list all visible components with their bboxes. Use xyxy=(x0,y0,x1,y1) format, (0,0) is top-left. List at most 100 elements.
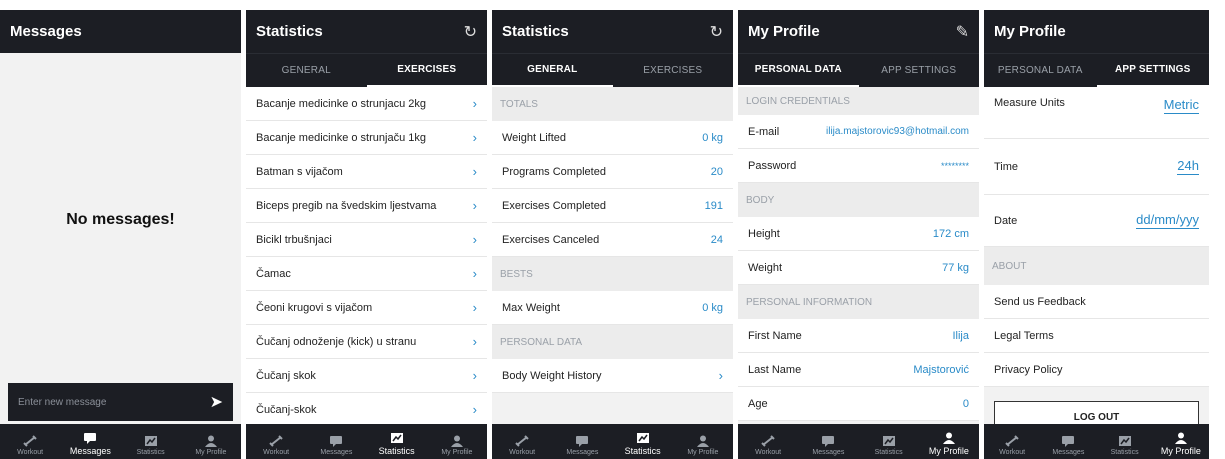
nav-statistics[interactable]: Statistics xyxy=(613,424,673,459)
nav-profile[interactable]: My Profile xyxy=(1153,424,1209,459)
chevron-right-icon: › xyxy=(472,198,477,213)
tab-app-settings[interactable]: APP SETTINGS xyxy=(1096,54,1209,87)
refresh-icon[interactable]: ↻ xyxy=(464,22,477,42)
stat-label: Max Weight xyxy=(502,301,560,314)
time-select[interactable]: 24h xyxy=(1177,158,1199,175)
stat-value: 0 kg xyxy=(702,301,723,314)
nav-profile[interactable]: My Profile xyxy=(673,424,733,459)
list-item[interactable]: Čučanj-skok › xyxy=(246,393,487,424)
item-label: Čučanj skok xyxy=(256,369,316,382)
chevron-right-icon: › xyxy=(472,402,477,417)
send-icon[interactable]: ➤ xyxy=(210,392,223,412)
nav-messages[interactable]: Messages xyxy=(798,424,858,459)
chevron-right-icon: › xyxy=(718,368,723,383)
list-item[interactable]: Čeoni krugovi s vijačom › xyxy=(246,291,487,325)
list-item[interactable]: Čučanj skok › xyxy=(246,359,487,393)
nav-profile[interactable]: My Profile xyxy=(919,424,979,459)
feedback-link[interactable]: Send us Feedback xyxy=(984,285,1209,319)
date-select[interactable]: dd/mm/yyy xyxy=(1136,212,1199,229)
setting-label: Measure Units xyxy=(994,97,1065,109)
chart-icon xyxy=(390,433,403,443)
stat-value: 191 xyxy=(704,199,723,212)
chevron-right-icon: › xyxy=(472,368,477,383)
field-label: First Name xyxy=(748,329,802,342)
logout-button[interactable]: LOG OUT xyxy=(994,401,1199,424)
units-select[interactable]: Metric xyxy=(1163,97,1199,114)
nav-statistics[interactable]: Statistics xyxy=(367,424,427,459)
section-header: BODY xyxy=(738,183,979,217)
list-item[interactable]: Bacanje medicinke o strunjacu 2kg › xyxy=(246,87,487,121)
nav-messages[interactable]: Messages xyxy=(1040,424,1096,459)
field-value: 172 cm xyxy=(932,227,969,240)
field-value: 0 xyxy=(962,397,969,410)
body-weight-history-row[interactable]: Body Weight History › xyxy=(492,359,733,393)
nav-profile[interactable]: My Profile xyxy=(427,424,487,459)
tab-general[interactable]: GENERAL xyxy=(246,54,367,87)
nav-messages[interactable]: Messages xyxy=(552,424,612,459)
dumbbell-icon xyxy=(23,435,37,447)
setting-label: Date xyxy=(994,214,1018,227)
first-name-field: First Name Ilija xyxy=(738,319,979,353)
stat-label: Exercises Canceled xyxy=(502,233,600,246)
statistics-exercises-screen: Statistics ↻ GENERAL EXERCISES Bacanje m… xyxy=(246,10,487,459)
stat-row: Max Weight 0 kg xyxy=(492,291,733,325)
section-header: LOGIN CREDENTIALS xyxy=(738,87,979,115)
chart-icon xyxy=(636,433,649,443)
time-setting: Time 24h xyxy=(984,139,1209,195)
field-label: E-mail xyxy=(748,125,780,138)
list-item[interactable]: Biceps pregib na švedskim ljestvama › xyxy=(246,189,487,223)
nav-statistics[interactable]: Statistics xyxy=(121,424,181,459)
tab-bar: PERSONAL DATA APP SETTINGS xyxy=(738,53,979,87)
privacy-policy-link[interactable]: Privacy Policy xyxy=(984,353,1209,387)
nav-workout[interactable]: Workout xyxy=(0,424,60,459)
list-item[interactable]: Čamac › xyxy=(246,257,487,291)
stat-value: 0 kg xyxy=(702,131,723,144)
user-icon xyxy=(1174,432,1187,444)
nav-statistics[interactable]: Statistics xyxy=(1097,424,1153,459)
page-title: Messages xyxy=(10,23,82,40)
nav-workout[interactable]: Workout xyxy=(738,424,798,459)
chart-icon xyxy=(882,436,895,446)
tab-general[interactable]: GENERAL xyxy=(492,54,613,87)
stat-label: Exercises Completed xyxy=(502,199,606,212)
field-label: Weight xyxy=(748,261,783,274)
tab-personal-data[interactable]: PERSONAL DATA xyxy=(738,54,859,87)
nav-label: Statistics xyxy=(874,449,903,456)
nav-profile[interactable]: My Profile xyxy=(181,424,241,459)
nav-statistics[interactable]: Statistics xyxy=(859,424,919,459)
tab-app-settings[interactable]: APP SETTINGS xyxy=(859,54,980,87)
message-input[interactable]: Enter new message ➤ xyxy=(8,383,233,421)
date-setting: Date dd/mm/yyy xyxy=(984,195,1209,247)
legal-terms-link[interactable]: Legal Terms xyxy=(984,319,1209,353)
nav-workout[interactable]: Workout xyxy=(492,424,552,459)
link-label: Legal Terms xyxy=(994,329,1054,342)
list-item[interactable]: Bacanje medicinke o strunjaču 1kg › xyxy=(246,121,487,155)
nav-label: Statistics xyxy=(136,449,165,456)
refresh-icon[interactable]: ↻ xyxy=(710,22,723,42)
tab-bar: GENERAL EXERCISES xyxy=(492,53,733,87)
nav-workout[interactable]: Workout xyxy=(246,424,306,459)
nav-label: Messages xyxy=(69,446,111,456)
chevron-right-icon: › xyxy=(472,96,477,111)
chevron-right-icon: › xyxy=(472,334,477,349)
list-item[interactable]: Bicikl trbušnjaci › xyxy=(246,223,487,257)
tab-exercises[interactable]: EXERCISES xyxy=(613,54,734,87)
tab-exercises[interactable]: EXERCISES xyxy=(366,54,487,87)
item-label: Čeoni krugovi s vijačom xyxy=(256,301,373,314)
measure-units-setting: Measure Units Metric xyxy=(984,87,1209,139)
stat-label: Programs Completed xyxy=(502,165,606,178)
pencil-icon[interactable]: ✎ xyxy=(956,22,969,42)
nav-messages[interactable]: Messages xyxy=(60,424,120,459)
nav-label: Workout xyxy=(755,449,782,456)
nav-workout[interactable]: Workout xyxy=(984,424,1040,459)
list-item[interactable]: Batman s vijačom › xyxy=(246,155,487,189)
nav-messages[interactable]: Messages xyxy=(306,424,366,459)
chevron-right-icon: › xyxy=(472,232,477,247)
list-item[interactable]: Čučanj odnoženje (kick) u stranu › xyxy=(246,325,487,359)
top-bar: My Profile xyxy=(984,10,1209,53)
tab-personal-data[interactable]: PERSONAL DATA xyxy=(984,54,1097,87)
page-title: My Profile xyxy=(748,23,820,40)
stat-row: Weight Lifted 0 kg xyxy=(492,121,733,155)
password-field: Password ******** xyxy=(738,149,979,183)
chat-icon xyxy=(330,436,343,447)
